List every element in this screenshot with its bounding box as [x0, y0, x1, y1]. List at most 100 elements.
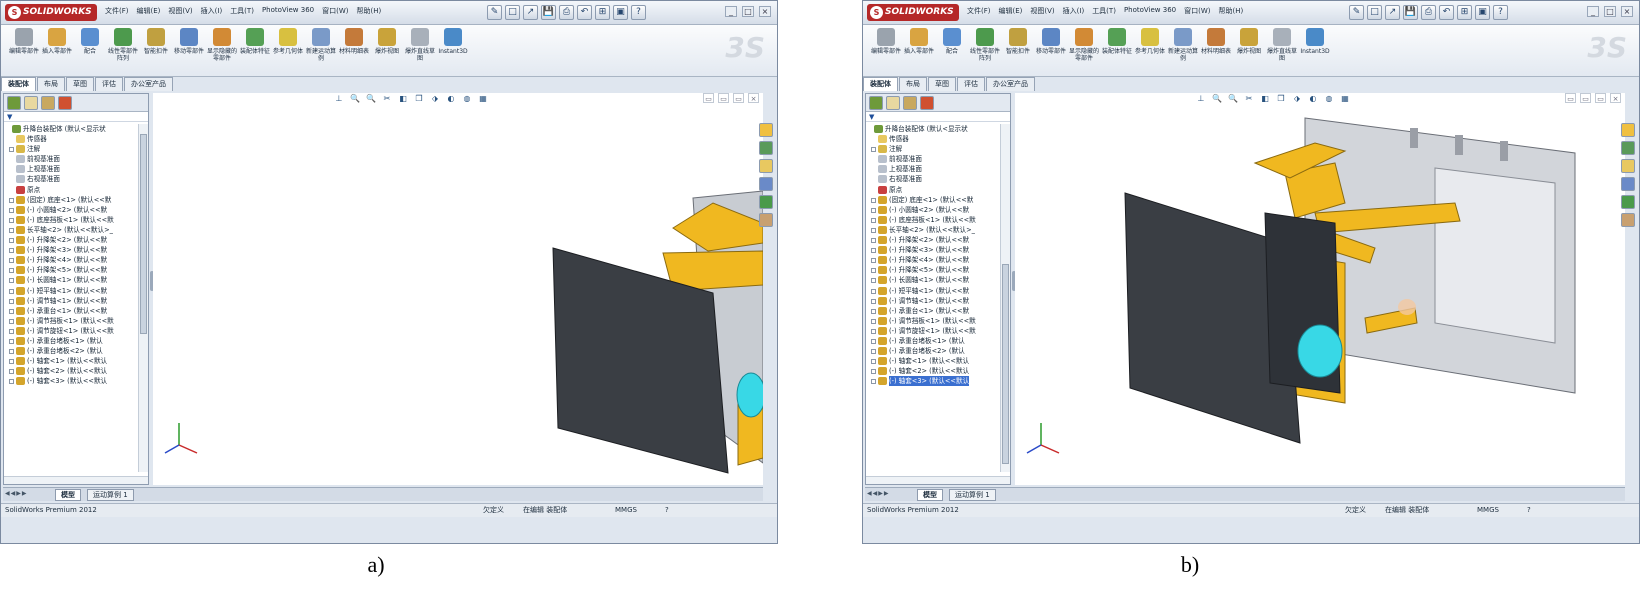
task-pane-icon[interactable]	[759, 159, 773, 173]
ribbon-button-11[interactable]: 爆炸视图	[370, 28, 404, 74]
expand-icon[interactable]	[871, 369, 876, 375]
task-pane-icon[interactable]	[1621, 195, 1635, 209]
filter-icon[interactable]: ▼	[4, 112, 148, 122]
ribbon-button-0[interactable]: 编辑零部件	[869, 28, 903, 74]
expand-icon[interactable]	[871, 197, 876, 203]
expand-icon[interactable]	[9, 197, 14, 203]
tree-item[interactable]: 传感器	[866, 134, 1000, 144]
property-tab-icon[interactable]	[886, 96, 900, 110]
ribbon-button-4[interactable]: 智能扣件	[139, 28, 173, 74]
menu-edit[interactable]: 编辑(E)	[137, 6, 161, 16]
tree-item[interactable]: (-) 小圆轴<2> (默认<<默	[866, 205, 1000, 215]
maximize-button[interactable]: □	[742, 6, 754, 17]
task-pane-icon[interactable]	[1621, 213, 1635, 227]
expand-icon[interactable]	[9, 238, 14, 244]
config-tab-icon[interactable]	[41, 96, 55, 110]
select-icon[interactable]: ⊞	[595, 5, 610, 20]
ribbon-button-11[interactable]: 爆炸视图	[1232, 28, 1266, 74]
tree-item[interactable]: (-) 调节旋钮<1> (默认<<默	[4, 326, 138, 336]
tab-assembly[interactable]: 装配体	[863, 77, 898, 91]
tree-scrollbar[interactable]	[1000, 124, 1010, 472]
expand-icon[interactable]	[871, 318, 876, 324]
help-icon[interactable]: ?	[1493, 5, 1508, 20]
menu-tools[interactable]: 工具(T)	[1092, 6, 1116, 16]
tree-item[interactable]: (-) 升降架<4> (默认<<默	[4, 255, 138, 265]
menu-view[interactable]: 视图(V)	[1030, 6, 1054, 16]
tree-item[interactable]: 传感器	[4, 134, 138, 144]
config-tab-icon[interactable]	[903, 96, 917, 110]
tab-sketch[interactable]: 草图	[928, 77, 956, 91]
ribbon-button-8[interactable]: 参考几何体	[271, 28, 305, 74]
ribbon-button-6[interactable]: 显示隐藏的零部件	[1067, 28, 1101, 74]
task-pane-icon[interactable]	[1621, 141, 1635, 155]
tree-hscrollbar[interactable]	[4, 476, 148, 484]
new-icon[interactable]: □	[505, 5, 520, 20]
tab-layout[interactable]: 布局	[899, 77, 927, 91]
graphics-area[interactable]: ⊥ 🔍 🔍 ✂ ◧ ❒ ⬗ ◐ ◍ ▦ ▭ ▭ ▭ ×	[153, 93, 763, 485]
ribbon-button-9[interactable]: 新建运动算例	[1166, 28, 1200, 74]
property-tab-icon[interactable]	[24, 96, 38, 110]
tree-item[interactable]: (固定) 底座<1> (默认<<默	[4, 195, 138, 205]
ribbon-button-8[interactable]: 参考几何体	[1133, 28, 1167, 74]
tree-item[interactable]: (-) 升降架<3> (默认<<默	[4, 245, 138, 255]
tab-model[interactable]: 模型	[917, 489, 943, 501]
task-pane-icon[interactable]	[759, 213, 773, 227]
tree-item[interactable]: (-) 短平轴<1> (默认<<默	[4, 286, 138, 296]
expand-icon[interactable]	[9, 308, 14, 314]
tab-sketch[interactable]: 草图	[66, 77, 94, 91]
expand-icon[interactable]	[871, 268, 876, 274]
tree-item[interactable]: (-) 长圆轴<1> (默认<<默	[866, 275, 1000, 285]
tab-motion-study[interactable]: 运动算例 1	[87, 489, 134, 501]
select-icon[interactable]: ⊞	[1457, 5, 1472, 20]
ribbon-button-5[interactable]: 移动零部件	[172, 28, 206, 74]
menu-insert[interactable]: 插入(I)	[1063, 6, 1085, 16]
tree-item[interactable]: 原点	[4, 185, 138, 195]
minimize-button[interactable]: _	[1587, 6, 1599, 17]
ribbon-button-5[interactable]: 移动零部件	[1034, 28, 1068, 74]
expand-icon[interactable]	[9, 248, 14, 254]
expand-icon[interactable]	[871, 359, 876, 365]
tree-item[interactable]: (-) 轴套<1> (默认<<默认	[866, 356, 1000, 366]
tree-item[interactable]: 升降台装配体 (默认<显示状	[866, 124, 1000, 134]
expand-icon[interactable]	[9, 258, 14, 264]
expand-icon[interactable]	[9, 328, 14, 334]
tree-item[interactable]: (-) 调节挡板<1> (默认<<默	[4, 316, 138, 326]
feature-tree-tab-icon[interactable]	[869, 96, 883, 110]
task-pane-icon[interactable]	[1621, 159, 1635, 173]
tree-item[interactable]: 原点	[866, 185, 1000, 195]
tab-evaluate[interactable]: 评估	[95, 77, 123, 91]
feature-tree-tab-icon[interactable]	[7, 96, 21, 110]
tree-item[interactable]: 前视基准面	[4, 154, 138, 164]
scroll-thumb[interactable]	[140, 134, 147, 334]
expand-icon[interactable]	[9, 288, 14, 294]
tab-nav-arrows-icon[interactable]: ◀◀▶▶	[5, 490, 27, 497]
expand-icon[interactable]	[871, 379, 876, 385]
task-pane-icon[interactable]	[1621, 177, 1635, 191]
ribbon-button-13[interactable]: Instant3D	[1298, 28, 1332, 74]
expand-icon[interactable]	[871, 278, 876, 284]
expand-icon[interactable]	[9, 359, 14, 365]
tree-item[interactable]: (-) 轴套<2> (默认<<默认	[866, 366, 1000, 376]
status-units[interactable]: MMGS	[615, 504, 637, 517]
ribbon-button-3[interactable]: 线性零部件阵列	[968, 28, 1002, 74]
expand-icon[interactable]	[9, 369, 14, 375]
tab-office-products[interactable]: 办公室产品	[124, 77, 173, 91]
help-icon[interactable]: ?	[631, 5, 646, 20]
expand-icon[interactable]	[9, 207, 14, 213]
tree-item[interactable]: 升降台装配体 (默认<显示状	[4, 124, 138, 134]
ribbon-button-6[interactable]: 显示隐藏的零部件	[205, 28, 239, 74]
display-tab-icon[interactable]	[58, 96, 72, 110]
tree-item[interactable]: (-) 轴套<3> (默认<<默认	[866, 376, 1000, 387]
ribbon-button-2[interactable]: 配合	[935, 28, 969, 74]
menu-file[interactable]: 文件(F)	[105, 6, 129, 16]
tree-item[interactable]: 注解	[4, 144, 138, 154]
tab-nav-arrows-icon[interactable]: ◀◀▶▶	[867, 490, 889, 497]
tree-item[interactable]: (-) 轴套<3> (默认<<默认	[4, 376, 138, 386]
ribbon-button-3[interactable]: 线性零部件阵列	[106, 28, 140, 74]
expand-icon[interactable]	[871, 298, 876, 304]
ribbon-button-0[interactable]: 编辑零部件	[7, 28, 41, 74]
tree-item[interactable]: (-) 承重台堵板<2> (默认	[866, 346, 1000, 356]
expand-icon[interactable]	[9, 268, 14, 274]
open-icon[interactable]: ↗	[523, 5, 538, 20]
ribbon-button-2[interactable]: 配合	[73, 28, 107, 74]
